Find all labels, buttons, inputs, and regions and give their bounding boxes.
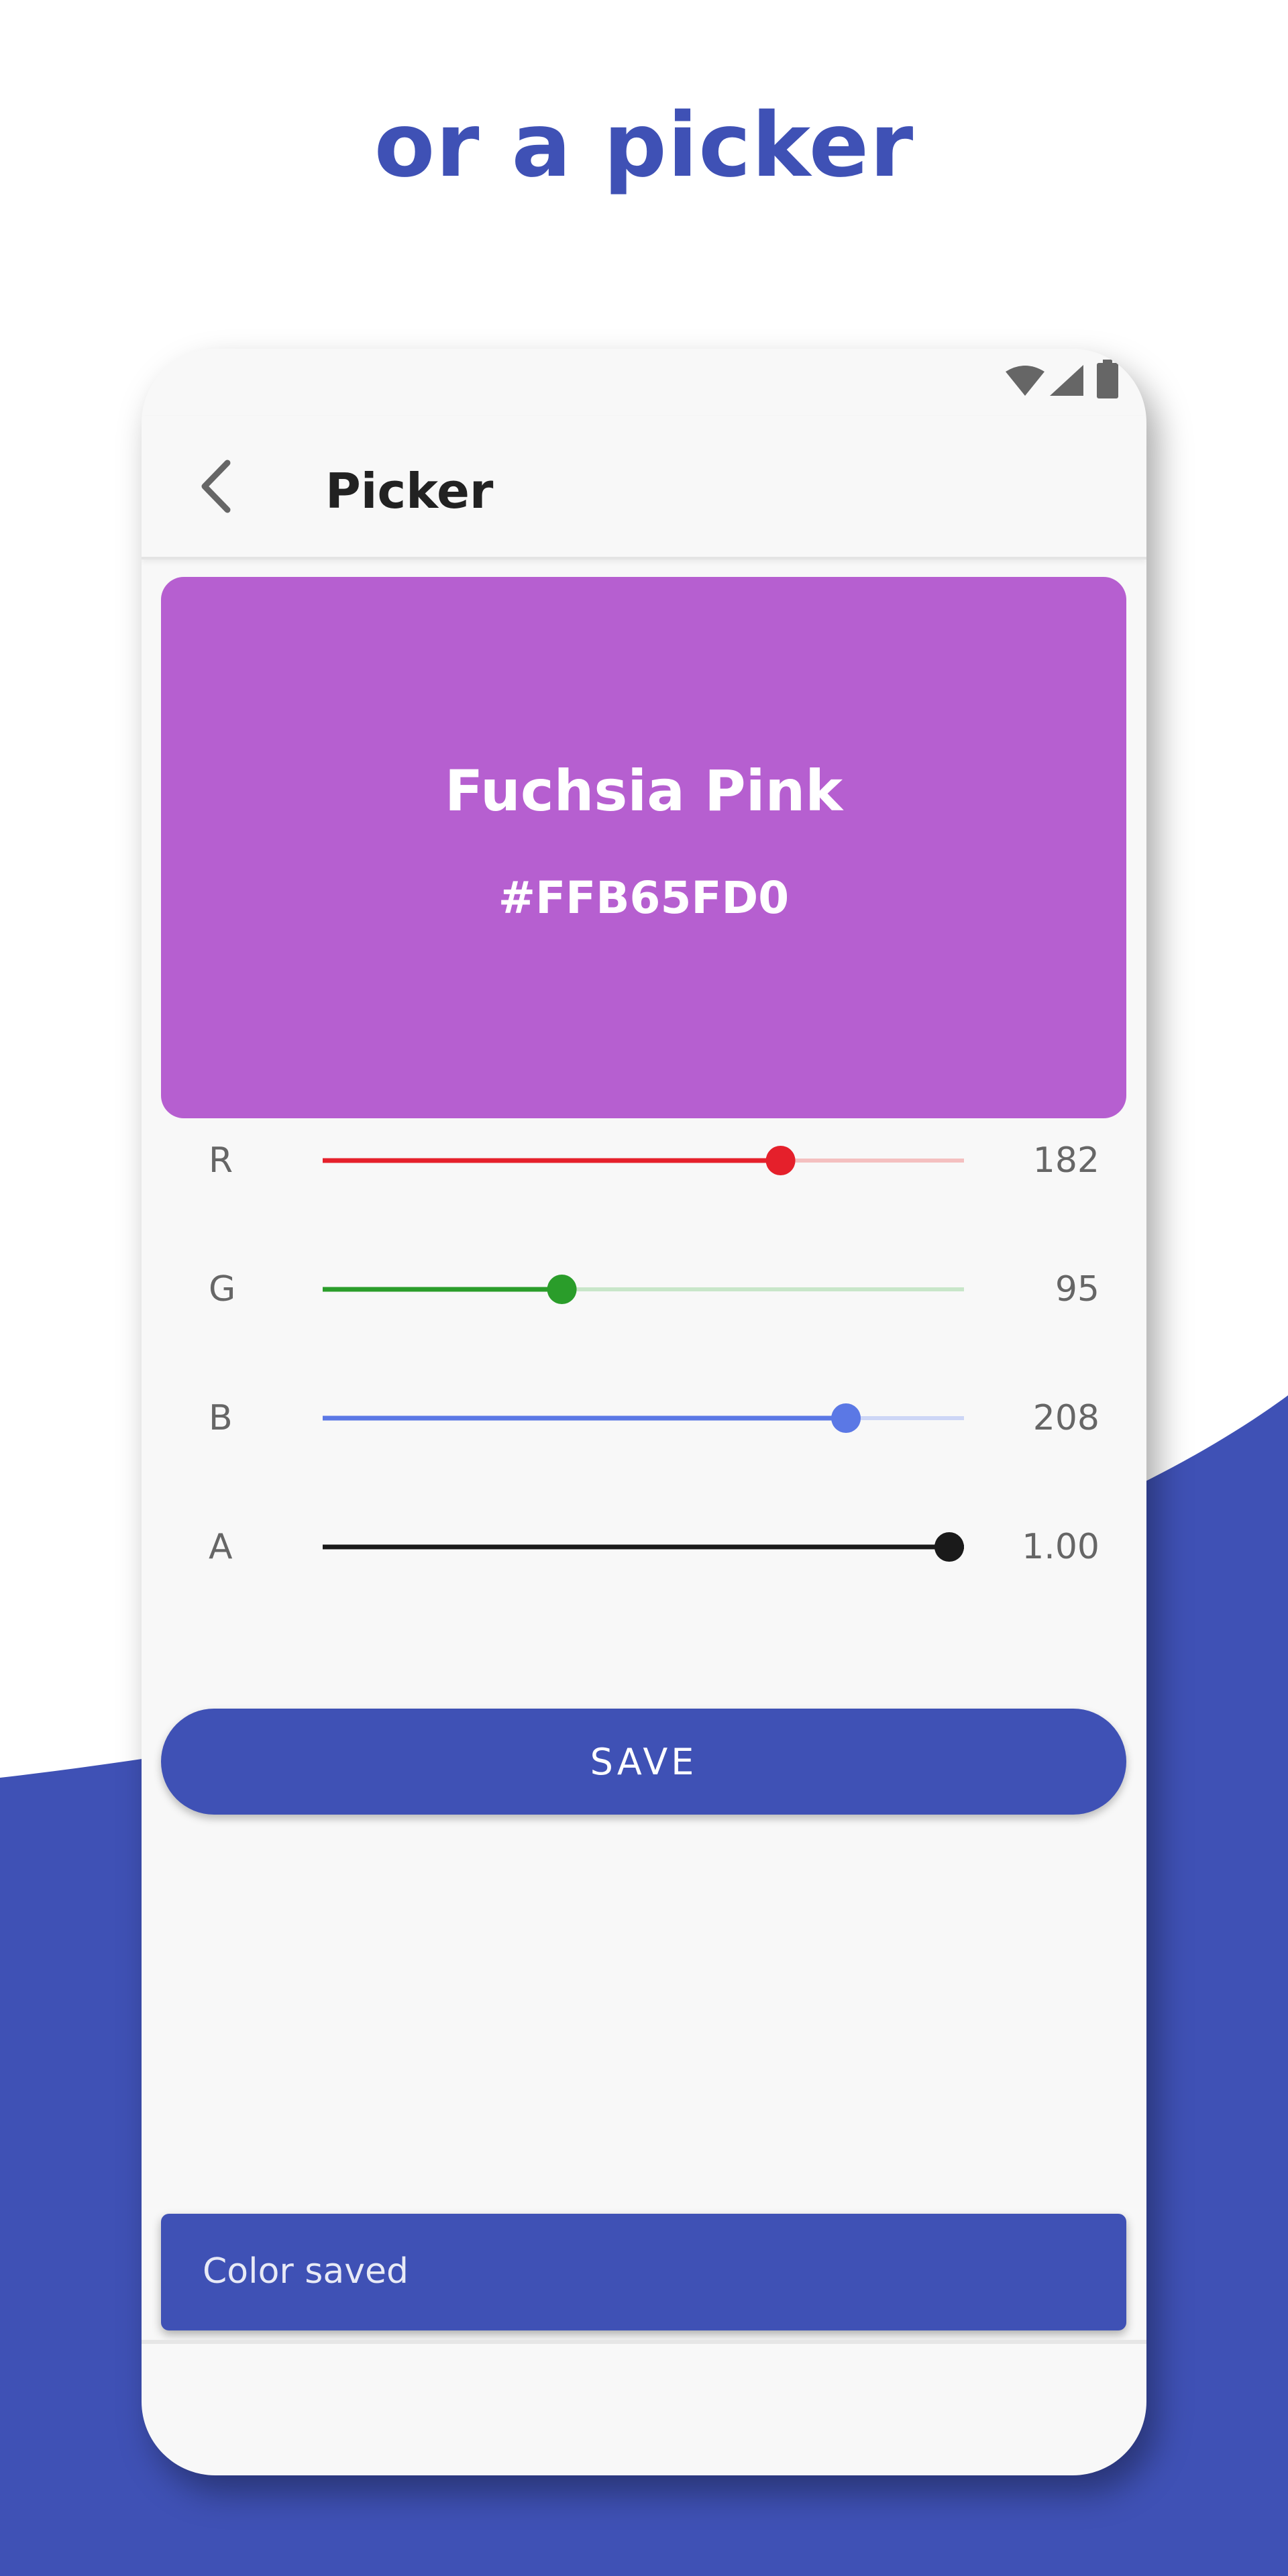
color-hex-code: #FFB65FD0 [498, 872, 790, 924]
slider-label-blue: B [209, 1398, 233, 1438]
color-preview-card: Fuchsia Pink #FFB65FD0 [161, 577, 1126, 1118]
slider-thumb[interactable] [765, 1146, 796, 1175]
snackbar: Color saved [161, 2214, 1126, 2330]
app-bar: Picker [142, 416, 1146, 559]
slider-thumb[interactable] [547, 1275, 577, 1304]
headline: or a picker [374, 94, 914, 197]
save-button[interactable]: SAVE [161, 1709, 1126, 1815]
slider-alpha[interactable] [323, 1531, 964, 1563]
status-bar [945, 349, 1146, 416]
slider-value-alpha: 1.00 [1022, 1527, 1099, 1567]
slider-red[interactable] [323, 1144, 964, 1177]
slider-blue[interactable] [323, 1402, 964, 1434]
slider-row-red: R 182 [142, 1120, 1146, 1201]
slider-green[interactable] [323, 1273, 964, 1305]
back-button[interactable] [182, 449, 256, 523]
snackbar-message: Color saved [203, 2251, 409, 2292]
slider-value-blue: 208 [1032, 1398, 1099, 1438]
slider-row-alpha: A 1.00 [142, 1507, 1146, 1587]
chevron-left-icon [201, 460, 231, 513]
slider-thumb[interactable] [831, 1403, 861, 1433]
phone-frame: Picker Fuchsia Pink #FFB65FD0 R 182 G 95 B 20… [142, 349, 1146, 2475]
slider-thumb[interactable] [934, 1532, 964, 1562]
slider-row-blue: B 208 [142, 1378, 1146, 1458]
cellular-signal-icon [1050, 365, 1083, 396]
color-name: Fuchsia Pink [444, 758, 843, 824]
slider-value-red: 182 [1032, 1140, 1099, 1181]
slider-value-green: 95 [1055, 1269, 1099, 1309]
battery-icon [1097, 360, 1118, 398]
slider-label-alpha: A [209, 1527, 233, 1567]
slider-label-green: G [209, 1269, 236, 1309]
wifi-icon [1006, 366, 1044, 396]
slider-label-red: R [209, 1140, 233, 1181]
divider [142, 2340, 1146, 2344]
slider-row-green: G 95 [142, 1249, 1146, 1330]
page-title: Picker [325, 463, 494, 519]
